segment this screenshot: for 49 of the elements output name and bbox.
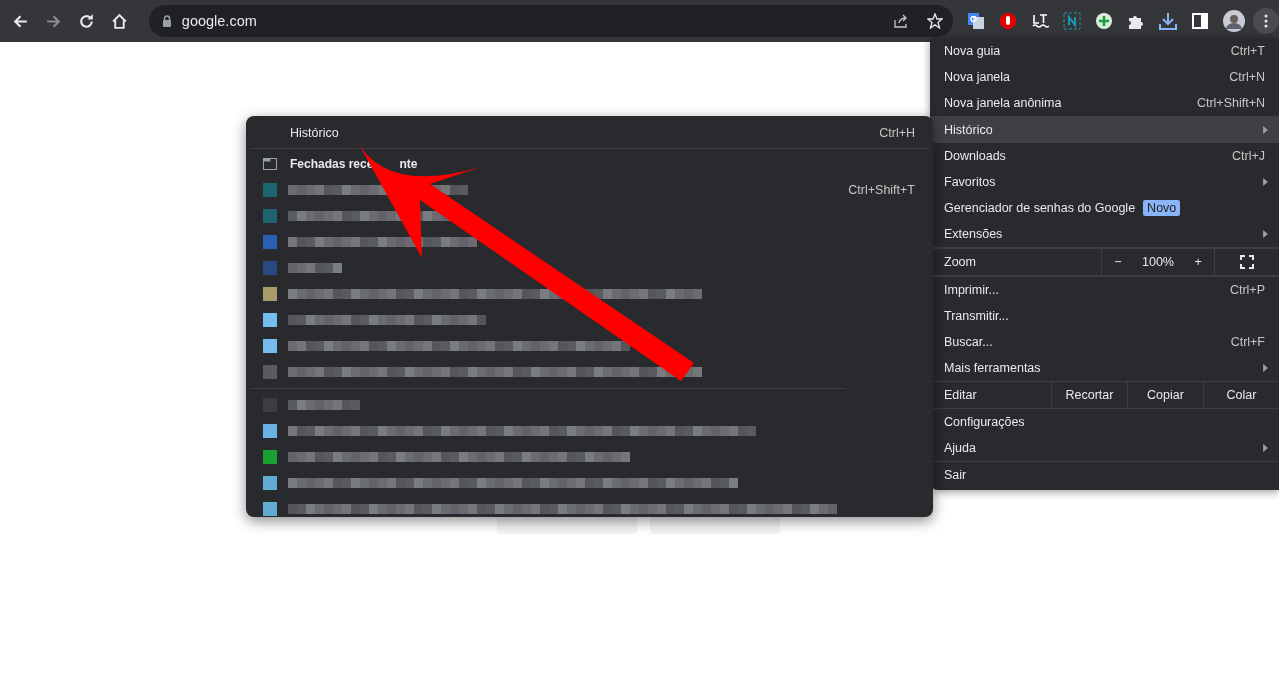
blurred-text <box>288 263 342 273</box>
lt-logo-icon[interactable] <box>1030 12 1049 30</box>
new-badge: Novo <box>1143 200 1181 216</box>
menu-item[interactable]: Imprimir... Ctrl+P <box>930 277 1279 303</box>
stop-hand-icon[interactable] <box>998 12 1017 30</box>
shortcut-label: Ctrl+N <box>1229 70 1265 84</box>
menu-item[interactable]: Mais ferramentas <box>930 355 1279 381</box>
menu-item[interactable]: Gerenciador de senhas do Google Novo <box>930 195 1279 221</box>
shortcut-label: Ctrl+J <box>1232 149 1265 163</box>
menu-button[interactable] <box>1252 8 1279 34</box>
menu-item[interactable]: Transmitir... <box>930 303 1279 329</box>
menu-item[interactable]: Ajuda <box>930 435 1279 461</box>
blurred-text <box>288 400 360 410</box>
menu-item[interactable]: Favoritos <box>930 169 1279 195</box>
fullscreen-icon[interactable] <box>1240 255 1254 269</box>
zoom-out-button[interactable]: − <box>1110 255 1126 269</box>
menu-item[interactable]: Downloads Ctrl+J <box>930 143 1279 169</box>
zoom-value: 100% <box>1142 255 1174 269</box>
edit-label: Editar <box>943 387 978 404</box>
download-icon[interactable] <box>1158 12 1177 30</box>
plus-circle-icon[interactable] <box>1094 12 1113 30</box>
lock-icon[interactable] <box>161 15 172 27</box>
shortcut-label: Ctrl+Shift+N <box>1196 96 1265 110</box>
menu-item[interactable]: Configurações <box>930 409 1279 435</box>
translate-icon[interactable] <box>966 12 985 30</box>
side-panel-icon[interactable] <box>1190 12 1209 30</box>
menu-item[interactable]: Nova guia Ctrl+T <box>930 38 1279 64</box>
shortcut-label: Ctrl+F <box>1230 335 1265 349</box>
zoom-label: Zoom <box>943 254 977 271</box>
star-icon[interactable] <box>926 13 943 29</box>
menu-item[interactable]: Sair <box>930 462 1279 488</box>
shortcut-label: Ctrl+Shift+T <box>848 183 915 197</box>
menu-item[interactable]: Nova janela Ctrl+N <box>930 64 1279 90</box>
history-item[interactable]: Histórico Ctrl+H <box>246 120 933 146</box>
zoom-in-button[interactable]: + <box>1190 255 1206 269</box>
share-icon[interactable] <box>892 13 909 29</box>
shortcut-label: Ctrl+P <box>1229 283 1265 297</box>
menu-item[interactable]: Histórico <box>930 117 1279 143</box>
tab-icon <box>263 158 277 170</box>
shortcut-label: Ctrl+T <box>1230 44 1265 58</box>
n-box-icon[interactable] <box>1062 12 1081 30</box>
more-icon <box>1263 14 1268 28</box>
section-heading-end: nte <box>399 157 418 171</box>
avatar-icon[interactable] <box>1222 10 1245 32</box>
reload-icon[interactable] <box>77 12 95 30</box>
home-icon[interactable] <box>110 12 128 30</box>
menu-item[interactable]: Buscar... Ctrl+F <box>930 329 1279 355</box>
menu-item[interactable]: Extensões <box>930 221 1279 247</box>
menu-item[interactable]: Nova janela anônima Ctrl+Shift+N <box>930 90 1279 116</box>
